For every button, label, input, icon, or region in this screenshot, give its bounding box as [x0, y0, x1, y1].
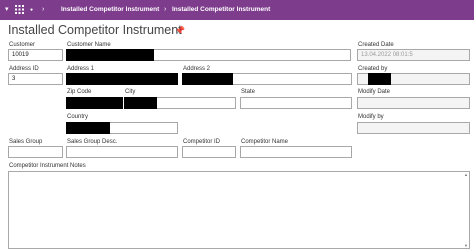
redaction-block — [66, 73, 178, 85]
breadcrumb-item-1[interactable]: Installed Competitor Instrument — [61, 0, 159, 20]
modify-by-label: Modify by — [358, 114, 384, 120]
notes-label: Competitor Instrument Notes — [9, 163, 86, 169]
customer-label: Customer — [9, 42, 36, 48]
address-id-field[interactable]: 3 — [8, 73, 63, 85]
redaction-block — [66, 122, 110, 134]
notes-textarea[interactable] — [8, 171, 470, 249]
state-field[interactable] — [240, 97, 352, 109]
breadcrumb-separator-icon: › — [42, 6, 45, 13]
zip-code-label: Zip Code — [67, 89, 92, 95]
modify-date-field — [357, 97, 470, 109]
address2-label: Address 2 — [183, 66, 211, 72]
competitor-name-label: Competitor Name — [241, 139, 289, 145]
redaction-block — [66, 97, 123, 109]
redaction-block — [66, 49, 154, 61]
pin-icon[interactable]: 📌 — [175, 26, 185, 35]
address-id-label: Address ID — [9, 66, 39, 72]
competitor-name-field[interactable] — [240, 146, 352, 158]
redaction-block — [368, 73, 391, 85]
customer-name-label: Customer Name — [67, 42, 111, 48]
competitor-id-label: Competitor ID — [183, 139, 221, 145]
created-date-label: Created Date — [358, 42, 394, 48]
breadcrumb-separator-icon: › — [164, 6, 167, 13]
redaction-block — [124, 97, 157, 109]
sales-group-desc-field[interactable] — [66, 146, 178, 158]
modify-date-label: Modify Date — [358, 89, 391, 95]
top-nav-bar: ▾ ● › Installed Competitor Instrument › … — [0, 0, 474, 20]
customer-field[interactable]: 10019 — [8, 49, 63, 61]
city-label: City — [125, 89, 136, 95]
address1-label: Address 1 — [67, 66, 95, 72]
sales-group-field[interactable] — [8, 146, 63, 158]
state-label: State — [241, 89, 256, 95]
app-grid-icon[interactable] — [15, 0, 24, 20]
page-title: Installed Competitor Instrument — [8, 23, 182, 37]
modify-by-field — [357, 122, 470, 134]
sales-group-desc-label: Sales Group Desc. — [67, 139, 118, 145]
created-date-field: 13.04.2022 08:01:5 — [357, 49, 470, 61]
redaction-block — [182, 73, 233, 85]
sales-group-label: Sales Group — [9, 139, 43, 145]
country-label: Country — [67, 114, 89, 120]
scroll-up-icon[interactable]: ▲ — [464, 172, 468, 177]
dot-icon: ● — [30, 7, 34, 13]
breadcrumb-item-2[interactable]: Installed Competitor Instrument — [172, 0, 270, 20]
caret-down-icon[interactable]: ▾ — [5, 0, 9, 20]
created-by-label: Created by — [358, 66, 388, 72]
competitor-id-field[interactable] — [182, 146, 236, 158]
scroll-down-icon[interactable]: ▼ — [464, 243, 468, 248]
